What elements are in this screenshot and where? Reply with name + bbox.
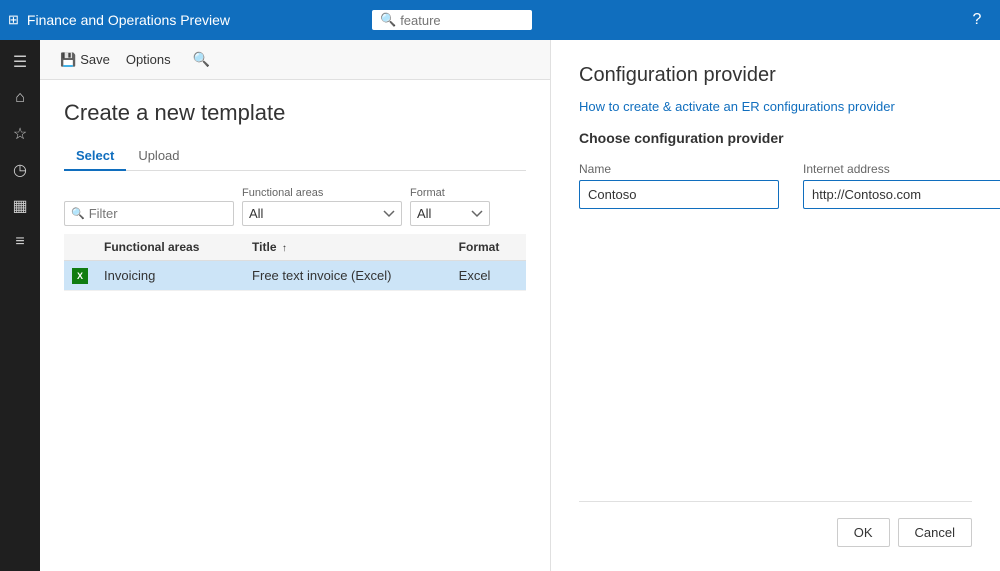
- cancel-button[interactable]: Cancel: [898, 518, 972, 547]
- filter-group: 🔍: [64, 201, 234, 226]
- sidebar-hamburger[interactable]: ☰: [0, 44, 40, 80]
- filter-input[interactable]: [89, 206, 229, 221]
- filter-icon: 🔍: [71, 207, 85, 220]
- left-panel: 💾 Save Options 🔍 Create a new template S…: [40, 40, 550, 571]
- internet-address-input[interactable]: [803, 180, 1000, 209]
- format-group: Format All: [410, 187, 490, 226]
- search-input[interactable]: [400, 13, 520, 28]
- tab-upload[interactable]: Upload: [126, 142, 191, 171]
- filter-row: 🔍 Functional areas All Format All: [64, 187, 526, 226]
- toolbar: 💾 Save Options 🔍: [40, 40, 550, 80]
- top-search[interactable]: 🔍: [372, 10, 532, 30]
- table-row[interactable]: X Invoicing Free text invoice (Excel) Ex…: [64, 261, 526, 291]
- options-button[interactable]: Options: [118, 48, 179, 71]
- sidebar-favorites[interactable]: ☆: [0, 116, 40, 152]
- col-icon: [64, 234, 96, 261]
- sidebar-recent[interactable]: ◷: [0, 152, 40, 188]
- functional-areas-select[interactable]: All: [242, 201, 402, 226]
- search-icon: 🔍: [380, 12, 396, 28]
- functional-areas-group: Functional areas All: [242, 187, 402, 226]
- col-format: Format: [451, 234, 526, 261]
- top-bar: ⊞ Finance and Operations Preview 🔍 ?: [0, 0, 1000, 40]
- functional-areas-label: Functional areas: [242, 187, 402, 199]
- row-format: Excel: [451, 261, 526, 291]
- format-select[interactable]: All: [410, 201, 490, 226]
- save-icon: 💾: [60, 52, 76, 68]
- right-panel: Configuration provider How to create & a…: [550, 40, 1000, 571]
- sidebar-home[interactable]: ⌂: [0, 80, 40, 116]
- row-icon-cell: X: [64, 261, 96, 291]
- filter-input-wrap[interactable]: 🔍: [64, 201, 234, 226]
- sidebar-modules[interactable]: ▦: [0, 188, 40, 224]
- template-table: Functional areas Title ↑ Format: [64, 234, 526, 291]
- page-title: Create a new template: [64, 100, 526, 126]
- col-title: Title ↑: [244, 234, 451, 261]
- sidebar-list[interactable]: ≡: [0, 224, 40, 260]
- help-icon[interactable]: ?: [962, 11, 992, 29]
- name-label: Name: [579, 162, 779, 176]
- panel-title: Configuration provider: [579, 64, 972, 87]
- internet-address-field-group: Internet address: [803, 162, 1000, 209]
- tabs: Select Upload: [64, 142, 526, 171]
- app-title: Finance and Operations Preview: [27, 12, 372, 28]
- col-functional-areas: Functional areas: [96, 234, 244, 261]
- excel-icon: X: [72, 268, 88, 284]
- content-area: 💾 Save Options 🔍 Create a new template S…: [40, 40, 1000, 571]
- ok-button[interactable]: OK: [837, 518, 890, 547]
- panel-subtitle: Choose configuration provider: [579, 130, 972, 146]
- main-layout: ☰ ⌂ ☆ ◷ ▦ ≡ 💾 Save Options 🔍 Create a: [0, 40, 1000, 571]
- form-group: Name Internet address: [579, 162, 972, 209]
- name-field-group: Name: [579, 162, 779, 209]
- sidebar: ☰ ⌂ ☆ ◷ ▦ ≡: [0, 40, 40, 571]
- table-header: Functional areas Title ↑ Format: [64, 234, 526, 261]
- panel-link[interactable]: How to create & activate an ER configura…: [579, 99, 972, 114]
- row-functional-areas: Invoicing: [96, 261, 244, 291]
- save-button[interactable]: 💾 Save: [52, 48, 118, 72]
- page-content: Create a new template Select Upload 🔍: [40, 80, 550, 571]
- internet-address-label: Internet address: [803, 162, 1000, 176]
- name-input[interactable]: [579, 180, 779, 209]
- tab-select[interactable]: Select: [64, 142, 126, 171]
- format-label: Format: [410, 187, 490, 199]
- panel-footer: OK Cancel: [579, 501, 972, 547]
- row-title: Free text invoice (Excel): [244, 261, 451, 291]
- sort-icon: ↑: [282, 243, 287, 254]
- grid-icon[interactable]: ⊞: [8, 12, 19, 28]
- toolbar-search-button[interactable]: 🔍: [187, 48, 216, 71]
